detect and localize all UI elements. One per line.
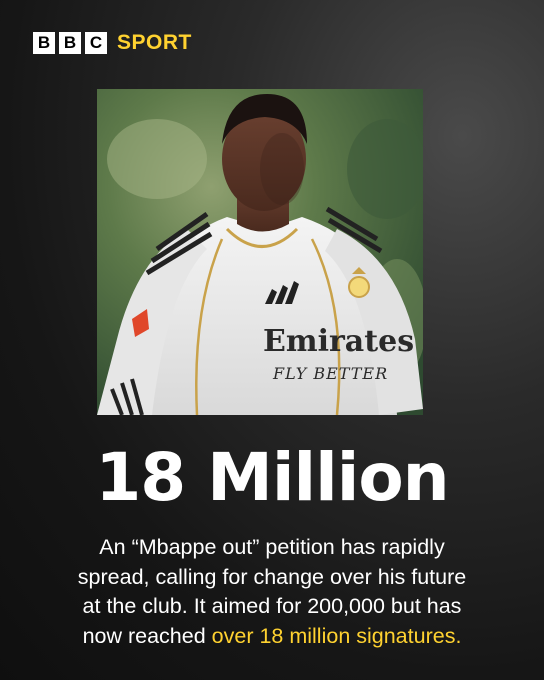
sport-wordmark: SPORT: [117, 31, 192, 54]
bbc-logo-block-b2: B: [59, 32, 81, 54]
body-highlight: over 18 million signatures.: [211, 623, 462, 648]
player-photo: Emirates FLY BETTER: [97, 89, 423, 415]
bbc-logo-block-c: C: [85, 32, 107, 54]
body-line-4: now reached over 18 million signatures.: [20, 622, 524, 652]
body-line-3: at the club. It aimed for 200,000 but ha…: [82, 594, 462, 618]
body-line-2: spread, calling for change over his futu…: [77, 564, 467, 589]
shirt-sponsor-tagline: FLY BETTER: [272, 364, 388, 383]
bbc-logo-block-b1: B: [33, 32, 55, 54]
body-copy: An “Mbappe out” petition has rapidly spr…: [20, 533, 524, 651]
body-line-1: An “Mbappe out” petition has rapidly: [99, 535, 445, 559]
headline: 18 Million: [95, 439, 449, 516]
body-line-4-prefix: now reached: [82, 623, 212, 648]
graphic-card: B B C SPORT Emirates FLY BETTER 18 Milli…: [0, 0, 544, 680]
shirt-sponsor-text: Emirates: [263, 324, 414, 359]
bbc-sport-logo: B B C SPORT: [33, 31, 192, 55]
